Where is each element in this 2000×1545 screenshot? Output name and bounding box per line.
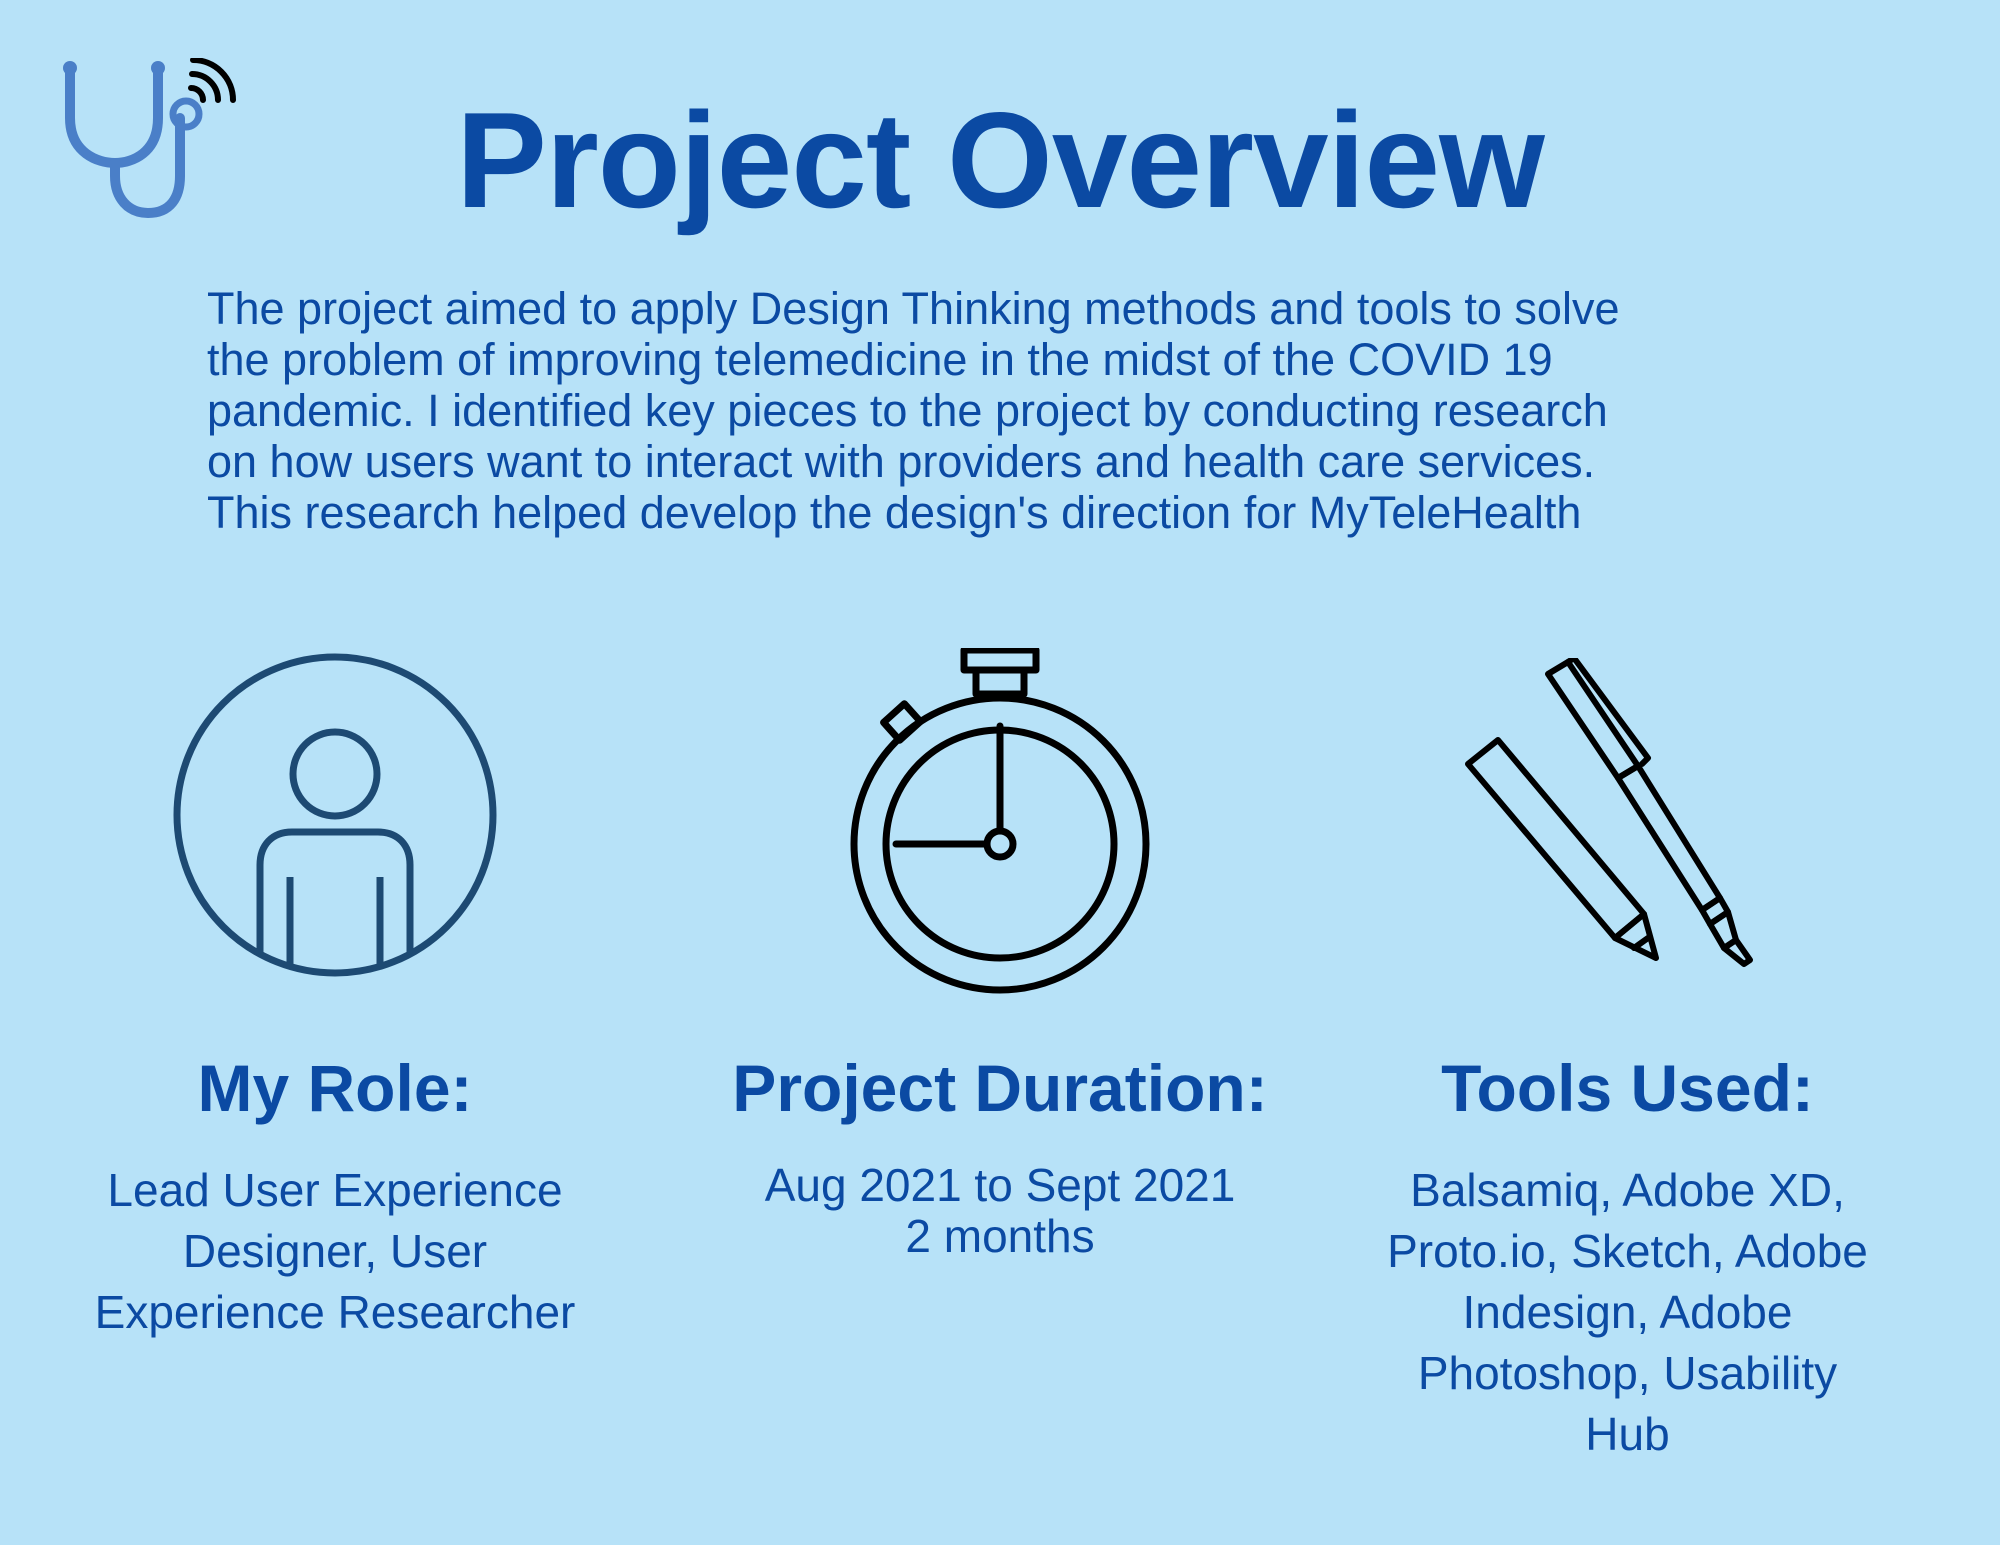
duration-section: Project Duration: Aug 2021 to Sept 2021 … [700,640,1300,1262]
tools-line: Photoshop, Usability [1417,1347,1838,1399]
intro-line: This research helped develop the design'… [207,487,1582,538]
tools-text: Balsamiq, Adobe XD, Proto.io, Sketch, Ad… [1350,1160,1905,1465]
tools-line: Proto.io, Sketch, Adobe [1387,1225,1868,1277]
duration-text: Aug 2021 to Sept 2021 2 months [700,1160,1300,1262]
role-line: Lead User Experience [107,1164,563,1216]
intro-line: pandemic. I identified key pieces to the… [207,385,1608,436]
intro-line: on how users want to interact with provi… [207,436,1596,487]
pen-and-marker-icon [1464,658,1753,967]
intro-paragraph: The project aimed to apply Design Thinki… [207,283,1827,538]
stopwatch-icon [850,648,1150,994]
page-title: Project Overview [456,84,1545,236]
tools-line: Balsamiq, Adobe XD, [1410,1164,1845,1216]
role-section: My Role: Lead User Experience Designer, … [50,640,620,1338]
role-text: Lead User Experience Designer, User Expe… [50,1160,620,1343]
duration-line: Aug 2021 to Sept 2021 [764,1159,1236,1211]
person-icon [173,653,497,977]
intro-line: the problem of improving telemedicine in… [207,334,1553,385]
pen-icon [1544,658,1753,967]
tools-line: Indesign, Adobe [1462,1286,1793,1338]
role-line: Experience Researcher [94,1286,576,1338]
intro-line: The project aimed to apply Design Thinki… [207,283,1620,334]
duration-heading: Project Duration: [732,1051,1268,1125]
earpiece-right [151,61,165,75]
tools-heading: Tools Used: [1441,1051,1814,1125]
role-heading: My Role: [197,1051,473,1125]
earpiece-left [63,61,77,75]
tools-section: Tools Used: Balsamiq, Adobe XD, Proto.io… [1350,640,1905,1460]
tools-line: Hub [1585,1408,1670,1460]
duration-line: 2 months [905,1210,1095,1262]
role-line: Designer, User [182,1225,488,1277]
